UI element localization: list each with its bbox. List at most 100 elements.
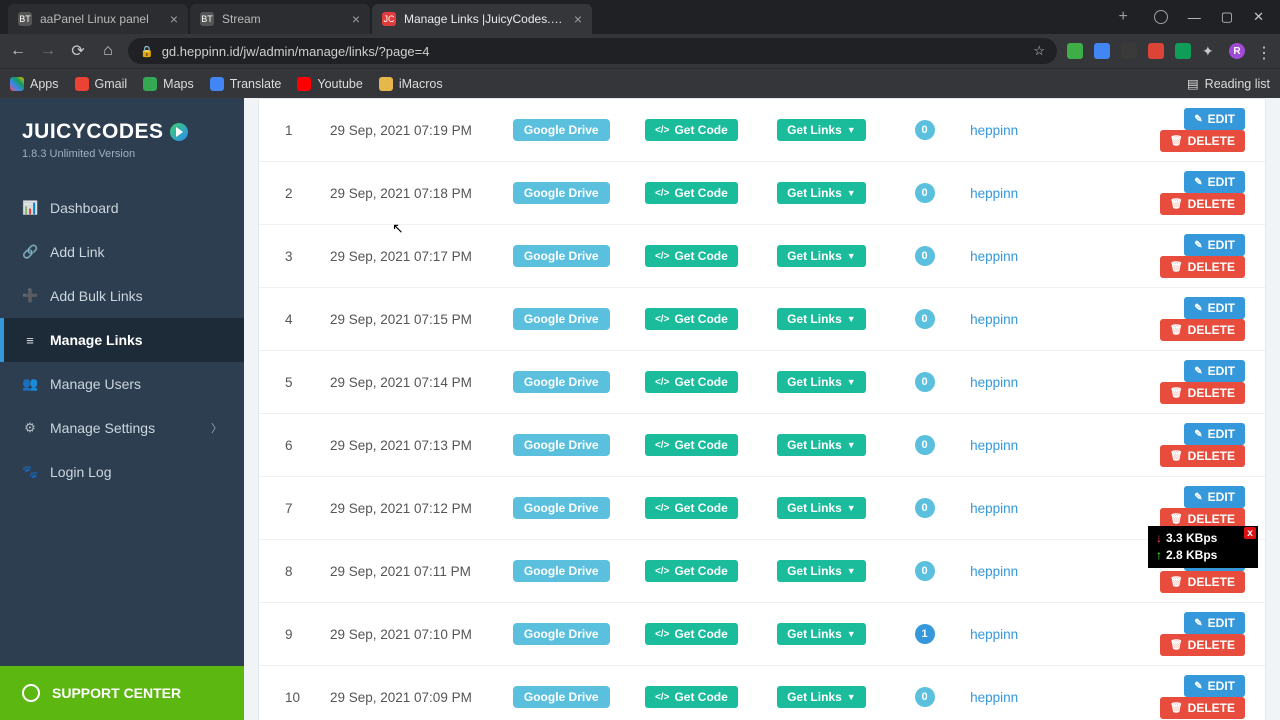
bookmark-star-icon[interactable]: ☆	[1033, 43, 1045, 59]
sidebar-item-add-link[interactable]: 🔗 Add Link	[0, 230, 244, 274]
get-code-button[interactable]: </> Get Code	[645, 497, 738, 519]
edit-button[interactable]: ✎ EDIT	[1184, 486, 1245, 508]
get-code-button[interactable]: </> Get Code	[645, 686, 738, 708]
get-code-button[interactable]: </> Get Code	[645, 623, 738, 645]
row-number: 10	[259, 666, 320, 720]
user-link[interactable]: heppinn	[970, 501, 1018, 516]
ext-icon[interactable]	[1067, 43, 1083, 59]
get-links-button[interactable]: Get Links ▼	[777, 119, 866, 141]
new-tab-button[interactable]: +	[1108, 8, 1137, 26]
delete-button[interactable]: 🗑 DELETE	[1160, 256, 1245, 278]
delete-button[interactable]: 🗑 DELETE	[1160, 193, 1245, 215]
ext-icon[interactable]	[1148, 43, 1164, 59]
edit-button[interactable]: ✎ EDIT	[1184, 360, 1245, 382]
tab-close-icon[interactable]: ×	[352, 11, 360, 27]
get-links-button[interactable]: Get Links ▼	[777, 245, 866, 267]
chevron-right-icon: 〉	[211, 420, 222, 436]
get-links-button[interactable]: Get Links ▼	[777, 686, 866, 708]
edit-button[interactable]: ✎ EDIT	[1184, 675, 1245, 697]
user-link[interactable]: heppinn	[970, 690, 1018, 705]
profile-avatar[interactable]: R	[1229, 43, 1245, 59]
home-button[interactable]: ⌂	[98, 42, 118, 60]
get-links-button[interactable]: Get Links ▼	[777, 560, 866, 582]
edit-button[interactable]: ✎ EDIT	[1184, 234, 1245, 256]
forward-button[interactable]: →	[38, 42, 58, 60]
get-code-button[interactable]: </> Get Code	[645, 182, 738, 204]
source-badge: Google Drive	[513, 434, 610, 456]
sidebar-item-add-bulk-links[interactable]: ➕ Add Bulk Links	[0, 274, 244, 318]
sidebar-item-manage-links[interactable]: ≡ Manage Links	[0, 318, 244, 362]
row-number: 4	[259, 288, 320, 351]
user-link[interactable]: heppinn	[970, 123, 1018, 138]
bookmark-item[interactable]: Maps	[143, 77, 194, 91]
user-link[interactable]: heppinn	[970, 627, 1018, 642]
netwidget-close-icon[interactable]: x	[1244, 527, 1256, 539]
reload-button[interactable]: ⟳	[68, 41, 88, 61]
ext-icon[interactable]	[1121, 43, 1137, 59]
extensions-icon[interactable]: ✦	[1202, 43, 1218, 59]
user-link[interactable]: heppinn	[970, 312, 1018, 327]
address-bar[interactable]: 🔒 gd.heppinn.id/jw/admin/manage/links/?p…	[128, 38, 1057, 64]
caret-down-icon: ▼	[847, 188, 856, 198]
user-link[interactable]: heppinn	[970, 186, 1018, 201]
get-code-button[interactable]: </> Get Code	[645, 308, 738, 330]
get-code-button[interactable]: </> Get Code	[645, 371, 738, 393]
get-links-button[interactable]: Get Links ▼	[777, 497, 866, 519]
bookmark-item[interactable]: Translate	[210, 77, 282, 91]
edit-button[interactable]: ✎ EDIT	[1184, 423, 1245, 445]
account-icon[interactable]	[1154, 10, 1168, 24]
sidebar-item-dashboard[interactable]: 📊 Dashboard	[0, 186, 244, 230]
sidebar-item-login-log[interactable]: 🐾 Login Log	[0, 450, 244, 494]
edit-button[interactable]: ✎ EDIT	[1184, 108, 1245, 130]
get-code-button[interactable]: </> Get Code	[645, 119, 738, 141]
get-code-button[interactable]: </> Get Code	[645, 434, 738, 456]
get-links-button[interactable]: Get Links ▼	[777, 434, 866, 456]
get-links-button[interactable]: Get Links ▼	[777, 623, 866, 645]
user-link[interactable]: heppinn	[970, 564, 1018, 579]
get-links-button[interactable]: Get Links ▼	[777, 308, 866, 330]
version-text: 1.8.3 Unlimited Version	[22, 148, 222, 160]
support-center-button[interactable]: SUPPORT CENTER	[0, 666, 244, 720]
edit-button[interactable]: ✎ EDIT	[1184, 171, 1245, 193]
menu-icon[interactable]: ⋮	[1256, 43, 1272, 59]
caret-down-icon: ▼	[847, 566, 856, 576]
bookmark-item[interactable]: iMacros	[379, 77, 443, 91]
sidebar-item-manage-settings[interactable]: ⚙ Manage Settings 〉	[0, 406, 244, 450]
bookmark-icon	[379, 77, 393, 91]
back-button[interactable]: ←	[8, 42, 28, 60]
user-link[interactable]: heppinn	[970, 438, 1018, 453]
minimize-button[interactable]: —	[1188, 10, 1201, 25]
ext-icon[interactable]	[1094, 43, 1110, 59]
browser-tab[interactable]: BT aaPanel Linux panel ×	[8, 4, 188, 34]
sidebar-item-manage-users[interactable]: 👥 Manage Users	[0, 362, 244, 406]
bookmark-item[interactable]: Youtube	[297, 77, 362, 91]
get-links-button[interactable]: Get Links ▼	[777, 182, 866, 204]
edit-button[interactable]: ✎ EDIT	[1184, 297, 1245, 319]
user-link[interactable]: heppinn	[970, 249, 1018, 264]
code-icon: </>	[655, 629, 669, 640]
delete-button[interactable]: 🗑 DELETE	[1160, 571, 1245, 593]
tab-close-icon[interactable]: ×	[170, 11, 178, 27]
delete-button[interactable]: 🗑 DELETE	[1160, 319, 1245, 341]
delete-button[interactable]: 🗑 DELETE	[1160, 382, 1245, 404]
tab-close-icon[interactable]: ×	[574, 11, 582, 27]
maximize-button[interactable]: ▢	[1221, 9, 1233, 25]
ext-icon[interactable]	[1175, 43, 1191, 59]
caret-down-icon: ▼	[847, 503, 856, 513]
get-code-button[interactable]: </> Get Code	[645, 560, 738, 582]
close-button[interactable]: ✕	[1253, 9, 1264, 25]
delete-button[interactable]: 🗑 DELETE	[1160, 697, 1245, 719]
user-link[interactable]: heppinn	[970, 375, 1018, 390]
edit-button[interactable]: ✎ EDIT	[1184, 612, 1245, 634]
reading-list[interactable]: ▤ Reading list	[1187, 76, 1270, 91]
delete-button[interactable]: 🗑 DELETE	[1160, 445, 1245, 467]
get-code-button[interactable]: </> Get Code	[645, 245, 738, 267]
get-links-button[interactable]: Get Links ▼	[777, 371, 866, 393]
delete-button[interactable]: 🗑 DELETE	[1160, 634, 1245, 656]
delete-button[interactable]: 🗑 DELETE	[1160, 130, 1245, 152]
browser-tab[interactable]: JC Manage Links |JuicyCodes.Com ×	[372, 4, 592, 34]
bookmark-item[interactable]: Apps	[10, 77, 59, 91]
bookmark-item[interactable]: Gmail	[75, 77, 128, 91]
caret-down-icon: ▼	[847, 251, 856, 261]
browser-tab[interactable]: BT Stream ×	[190, 4, 370, 34]
